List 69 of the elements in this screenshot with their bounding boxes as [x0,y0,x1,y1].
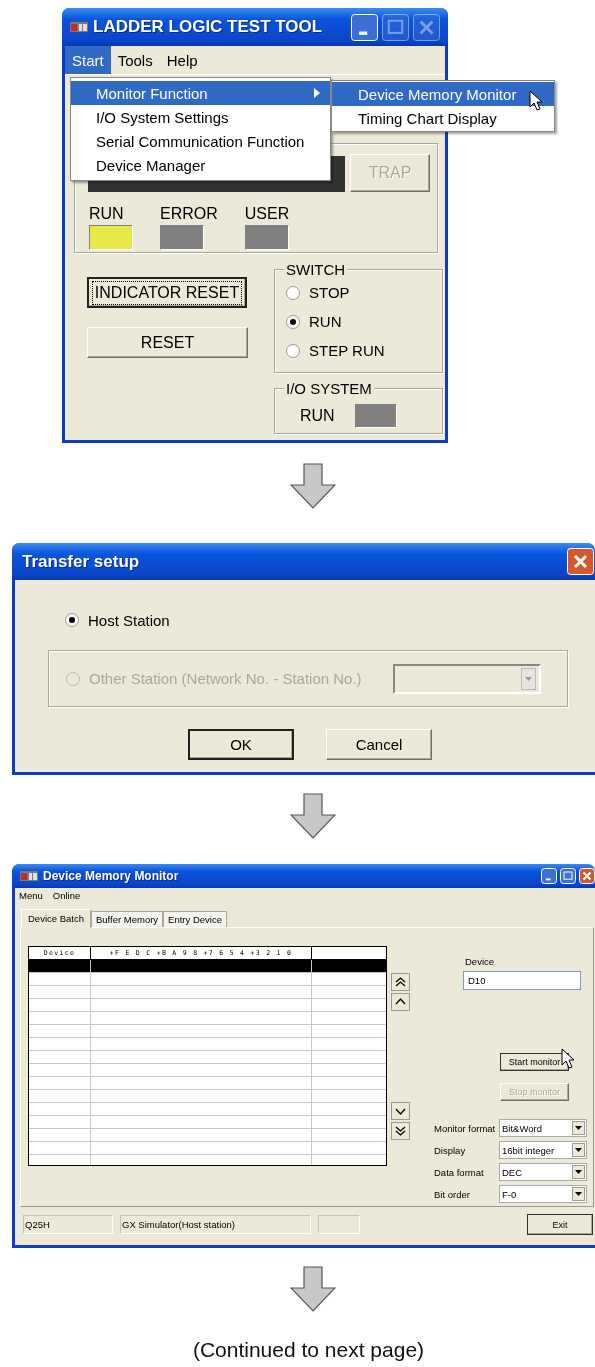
radio-label: RUN [309,312,342,332]
dialog-button[interactable]: OK [188,729,294,760]
status-pane: GX Simulator(Host station) [120,1215,311,1234]
exit-button[interactable]: Exit [527,1214,593,1235]
window-title: Device Memory Monitor [43,869,179,883]
app-icon [20,870,38,882]
menu-item[interactable]: Start [65,46,111,74]
menu-item[interactable]: Monitor Function [71,81,330,105]
maximize-icon[interactable] [560,868,576,884]
radio-label: STEP RUN [309,341,385,361]
indicator-label: RUN [89,205,124,222]
input-field[interactable]: D10 [463,971,581,990]
dropdown-field[interactable]: F-0 [499,1185,587,1203]
radio-label: Host Station [88,611,170,629]
pointer-icon [529,90,543,112]
page-down-icon[interactable] [391,1122,410,1140]
down-arrow-icon [289,1266,336,1312]
window-title: Transfer setup [21,551,140,572]
radio-button[interactable] [286,315,300,329]
minimize-icon[interactable] [541,868,557,884]
setting-label: Display [434,1144,466,1156]
radio-button[interactable] [65,613,79,627]
maximize-icon[interactable] [382,13,409,41]
reset-button[interactable]: INDICATOR RESET [87,277,247,308]
tab[interactable]: Device Batch [21,909,91,928]
status-pane [318,1215,360,1234]
dialog-button[interactable]: Cancel [326,729,432,760]
pointer-icon [561,1048,575,1070]
dropdown-field[interactable]: 16bit integer [499,1141,587,1159]
down-arrow-icon [289,793,336,839]
setting-label: Bit order [434,1188,470,1200]
menu-item[interactable]: Online [52,889,81,901]
down-arrow-icon [289,463,336,509]
window-title: LADDER LOGIC TEST TOOL [93,17,323,37]
group-title: I/O SYSTEM [284,380,374,397]
page-up-icon[interactable] [391,973,410,991]
menu-item[interactable]: Device Memory Monitor [332,82,554,106]
setting-label: Monitor format [434,1122,496,1134]
dropdown-field[interactable]: Bit&Word [499,1119,587,1137]
tab[interactable]: Entry Device [163,911,227,927]
close-icon[interactable] [579,868,595,884]
app-icon [70,21,88,33]
scroll-up-icon[interactable] [391,993,410,1011]
caption: (Continued to next page) [191,1338,426,1362]
scroll-down-icon[interactable] [391,1102,410,1120]
radio-button[interactable] [286,286,300,300]
setting-label: Data format [434,1166,484,1178]
reset-button[interactable]: RESET [87,327,248,358]
indicator-label: RUN [300,407,335,425]
radio-label: Other Station (Network No. - Station No.) [89,670,362,687]
table-row[interactable] [29,960,386,973]
menu-item[interactable]: Timing Chart Display [332,106,554,130]
minimize-icon[interactable] [351,13,378,41]
field-label: Device [465,956,496,967]
menu-item[interactable]: I/O System Settings [71,105,330,129]
tab[interactable]: Buffer Memory [91,911,164,927]
menu-item[interactable]: Device Manager [71,153,330,177]
menu-item[interactable]: Menu [19,889,43,901]
indicator-label: USER [244,205,290,222]
dropdown-field[interactable]: DEC [499,1163,587,1181]
indicator-label: ERROR [160,205,218,222]
close-icon[interactable] [567,548,594,575]
close-icon[interactable] [413,13,440,41]
menu-item[interactable]: Serial Communication Function [71,129,330,153]
status-pane: Q25H [23,1215,113,1234]
radio-label: STOP [309,283,350,303]
menu-item[interactable]: Tools [110,46,160,74]
menu-item[interactable]: Help [159,46,205,74]
radio-button[interactable] [286,344,300,358]
